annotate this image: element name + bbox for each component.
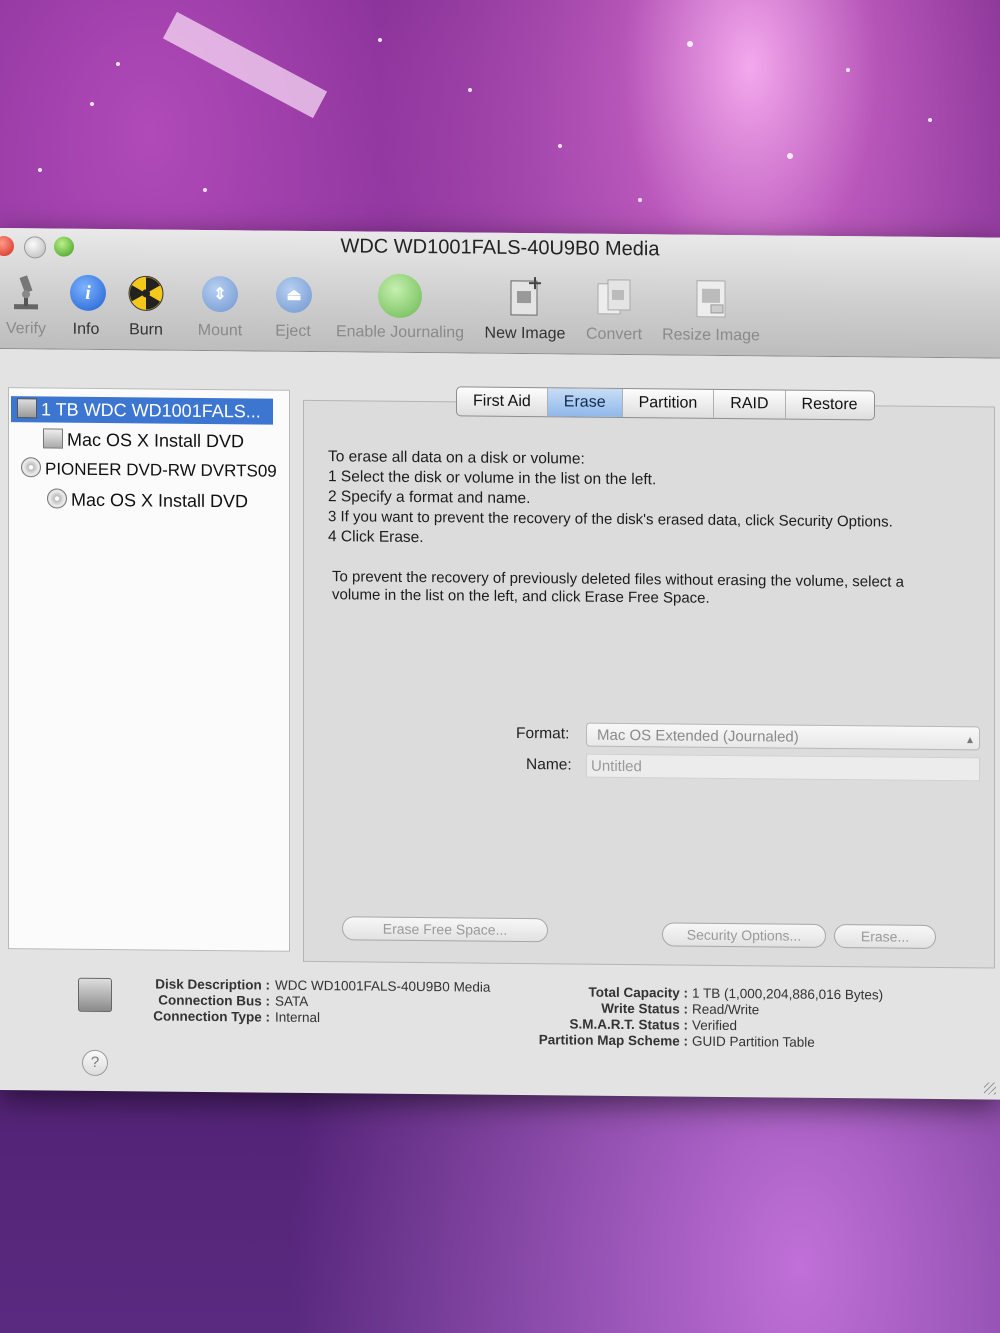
toolbar-mount-label: Mount [197, 321, 243, 340]
dvd-icon [47, 488, 67, 509]
toolbar-eject[interactable]: ⏏ Eject [272, 273, 314, 341]
format-select[interactable]: Mac OS Extended (Journaled) ▴ [586, 722, 980, 751]
microscope-icon [4, 270, 48, 314]
main-content: 1 TB WDC WD1001FALS... Mac OS X Install … [0, 349, 1000, 1099]
toolbar-verify[interactable]: Verify [2, 270, 50, 338]
sidebar-item-optical-drive[interactable]: PIONEER DVD-RW DVRTS09 [21, 456, 277, 484]
desktop-stars [38, 11, 932, 202]
toolbar-enable-journaling-label: Enable Journaling [335, 323, 465, 342]
toolbar-eject-label: Eject [275, 322, 311, 340]
toolbar-info-label: Info [72, 320, 100, 338]
mount-icon: ⇕ [198, 272, 242, 316]
disk-icon [78, 977, 112, 1013]
toolbar-resize-image[interactable]: Resize Image [656, 276, 766, 345]
toolbar-verify-label: Verify [5, 320, 46, 338]
help-button[interactable]: ? [82, 1049, 108, 1077]
optical-drive-icon [21, 457, 41, 478]
erase-button[interactable]: Erase... [834, 924, 936, 949]
tab-raid[interactable]: RAID [714, 389, 786, 419]
tab-partition[interactable]: Partition [622, 388, 715, 418]
sidebar-item-volume[interactable]: Mac OS X Install DVD [43, 426, 244, 454]
convert-icon [592, 276, 636, 320]
smart-status-label: S.M.A.R.T. Status : [569, 1016, 688, 1033]
connection-type-label: Connection Type : [153, 1008, 270, 1025]
toolbar-new-image[interactable]: New Image [480, 275, 570, 344]
tab-erase[interactable]: Erase [547, 388, 623, 417]
sidebar-item-dvd[interactable]: Mac OS X Install DVD [47, 486, 248, 514]
title-bar: WDC WD1001FALS-40U9B0 Media Verify i Inf… [0, 228, 1000, 359]
sidebar-item-label: PIONEER DVD-RW DVRTS09 [45, 459, 277, 481]
name-input[interactable]: Untitled [586, 753, 980, 782]
toolbar-resize-image-label: Resize Image [662, 326, 760, 345]
erase-instruction-step-4: 4 Click Erase. [328, 528, 424, 547]
new-image-icon [503, 275, 547, 319]
erase-instruction-heading: To erase all data on a disk or volume: [328, 448, 585, 468]
info-icon: i [66, 271, 110, 315]
write-status-value: Read/Write [692, 1001, 760, 1018]
sidebar-item-disk[interactable]: 1 TB WDC WD1001FALS... [11, 396, 273, 425]
erase-panel: To erase all data on a disk or volume: 1… [303, 399, 995, 969]
total-capacity-value: 1 TB (1,000,204,886,016 Bytes) [692, 985, 884, 1003]
name-label: Name: [526, 756, 572, 774]
smart-status-value: Verified [692, 1017, 738, 1034]
total-capacity-label: Total Capacity : [588, 984, 688, 1001]
journaling-icon [378, 273, 422, 319]
toolbar-convert[interactable]: Convert [580, 276, 648, 345]
connection-type-value: Internal [275, 1009, 321, 1026]
tab-restore[interactable]: Restore [786, 391, 874, 420]
eject-icon: ⏏ [272, 273, 316, 317]
toolbar-new-image-label: New Image [484, 324, 566, 343]
resize-image-icon [689, 277, 733, 321]
disk-utility-window: WDC WD1001FALS-40U9B0 Media Verify i Inf… [0, 228, 1000, 1100]
disk-description-value: WDC WD1001FALS-40U9B0 Media [275, 977, 491, 995]
device-list[interactable]: 1 TB WDC WD1001FALS... Mac OS X Install … [8, 387, 290, 952]
toolbar-enable-journaling[interactable]: Enable Journaling [330, 273, 470, 342]
toolbar-mount[interactable]: ⇕ Mount [192, 272, 248, 341]
erase-free-space-button[interactable]: Erase Free Space... [342, 916, 548, 943]
partition-map-scheme-label: Partition Map Scheme : [538, 1032, 688, 1049]
hard-disk-icon [17, 398, 37, 419]
toolbar-convert-label: Convert [585, 325, 643, 344]
erase-instruction-step-2: 2 Specify a format and name. [328, 488, 531, 508]
tab-first-aid[interactable]: First Aid [457, 387, 548, 417]
format-select-value: Mac OS Extended (Journaled) [597, 726, 799, 746]
sidebar-item-label: Mac OS X Install DVD [67, 429, 245, 452]
toolbar-burn[interactable]: Burn [124, 271, 168, 339]
disk-description-label: Disk Description : [155, 976, 270, 993]
connection-bus-label: Connection Bus : [158, 992, 270, 1009]
resize-grip-icon[interactable] [984, 1082, 996, 1095]
toolbar-info[interactable]: i Info [66, 271, 106, 339]
format-label: Format: [516, 724, 570, 743]
sidebar-item-label: Mac OS X Install DVD [71, 489, 249, 512]
security-options-button[interactable]: Security Options... [662, 922, 826, 948]
partition-map-scheme-value: GUID Partition Table [692, 1033, 815, 1050]
connection-bus-value: SATA [275, 993, 309, 1009]
free-space-note-line-2: volume in the list on the left, and clic… [332, 586, 710, 607]
volume-icon [43, 428, 63, 449]
write-status-label: Write Status : [601, 1000, 688, 1017]
tab-bar: First Aid Erase Partition RAID Restore [456, 386, 875, 421]
sidebar-item-label: 1 TB WDC WD1001FALS... [41, 399, 261, 422]
burn-icon [124, 271, 168, 315]
toolbar-burn-label: Burn [129, 321, 163, 339]
window-title: WDC WD1001FALS-40U9B0 Media [340, 235, 660, 261]
stepper-arrows-icon: ▴ [966, 732, 973, 747]
